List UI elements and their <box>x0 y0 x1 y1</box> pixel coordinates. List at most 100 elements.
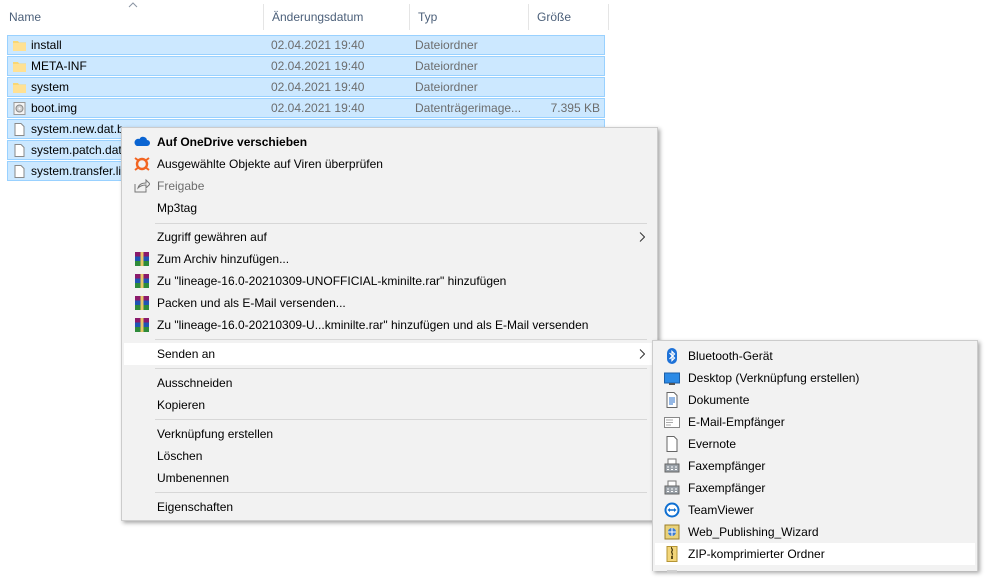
menu-separator <box>155 368 647 369</box>
menu-item-label: Zugriff gewähren auf <box>157 230 267 244</box>
menu-item-virus-scan[interactable]: Ausgewählte Objekte auf Viren überprüfen <box>124 153 655 175</box>
column-header-date-label: Änderungsdatum <box>272 10 364 24</box>
menu-item-properties[interactable]: Eigenschaften <box>124 496 655 518</box>
send-to-fax[interactable]: Faxempfänger <box>655 477 975 499</box>
partial-item-icon <box>667 570 677 573</box>
menu-item-copy[interactable]: Kopieren <box>124 394 655 416</box>
column-header-size[interactable]: Größe <box>528 0 608 32</box>
mail-icon <box>664 417 680 428</box>
column-header-type-label: Typ <box>418 10 438 24</box>
file-row[interactable]: META-INF 02.04.2021 19:40 Dateiordner <box>7 56 605 76</box>
menu-item-rename[interactable]: Umbenennen <box>124 467 655 489</box>
menu-item-label: Löschen <box>157 449 203 463</box>
column-header-name-label: Name <box>9 10 42 24</box>
menu-item-label: Zum Archiv hinzufügen... <box>157 252 290 266</box>
file-row[interactable]: boot.img 02.04.2021 19:40 Datenträgerima… <box>7 98 605 118</box>
menu-item-create-shortcut[interactable]: Verknüpfung erstellen <box>124 423 655 445</box>
chevron-right-icon <box>639 349 645 359</box>
column-divider[interactable] <box>608 4 609 30</box>
send-to-desktop[interactable]: Desktop (Verknüpfung erstellen) <box>655 367 975 389</box>
file-row[interactable]: install 02.04.2021 19:40 Dateiordner <box>7 35 605 55</box>
menu-item-label: Auf OneDrive verschieben <box>157 135 308 149</box>
send-to-teamviewer[interactable]: TeamViewer <box>655 499 975 521</box>
file-type: Dateiordner <box>415 38 478 52</box>
send-to-fax[interactable]: Faxempfänger <box>655 455 975 477</box>
menu-item-pack-email[interactable]: Packen und als E-Mail versenden... <box>124 292 655 314</box>
disk-image-icon <box>13 102 26 115</box>
zip-folder-icon <box>666 546 678 562</box>
menu-item-label: Ausschneiden <box>157 376 233 390</box>
evernote-icon <box>666 436 678 452</box>
fax-icon <box>664 458 680 473</box>
send-to-documents[interactable]: Dokumente <box>655 389 975 411</box>
folder-icon <box>13 41 26 51</box>
menu-item-cut[interactable]: Ausschneiden <box>124 372 655 394</box>
menu-item-label: TeamViewer <box>688 503 754 517</box>
menu-item-label: E-Mail-Empfänger <box>688 415 785 429</box>
bluetooth-icon <box>667 348 677 364</box>
menu-separator <box>155 223 647 224</box>
menu-item-add-archive[interactable]: Zum Archiv hinzufügen... <box>124 248 655 270</box>
menu-item-delete[interactable]: Löschen <box>124 445 655 467</box>
column-header-bar: Name Änderungsdatum Typ Größe <box>0 0 610 32</box>
winrar-icon <box>135 252 149 266</box>
menu-separator <box>155 339 647 340</box>
menu-item-grant-access[interactable]: Zugriff gewähren auf <box>124 226 655 248</box>
file-name: install <box>31 38 62 52</box>
file-date: 02.04.2021 19:40 <box>271 80 365 94</box>
menu-item-label: Freigabe <box>157 179 205 193</box>
menu-item-label: Kopieren <box>157 398 206 412</box>
menu-item-label: Desktop (Verknüpfung erstellen) <box>688 371 860 385</box>
column-header-size-label: Größe <box>537 10 572 24</box>
file-row[interactable]: system 02.04.2021 19:40 Dateiordner <box>7 77 605 97</box>
menu-item-label: Faxempfänger <box>688 459 766 473</box>
winrar-icon <box>135 318 149 332</box>
web-publishing-icon <box>664 524 680 540</box>
send-to-submenu: Bluetooth-Gerät Desktop (Verknüpfung ers… <box>652 340 978 573</box>
menu-item-onedrive[interactable]: Auf OneDrive verschieben <box>124 131 655 153</box>
menu-separator <box>155 419 647 420</box>
menu-item-label: Bluetooth-Gerät <box>688 349 773 363</box>
menu-item-label: Ausgewählte Objekte auf Viren überprüfen <box>157 157 383 171</box>
menu-item-share[interactable]: Freigabe <box>124 175 655 197</box>
menu-item-label: Umbenennen <box>157 471 230 485</box>
column-header-type[interactable]: Typ <box>409 0 528 32</box>
avast-icon <box>134 157 150 171</box>
menu-item-label: Packen und als E-Mail versenden... <box>157 296 346 310</box>
folder-icon <box>13 83 26 93</box>
folder-icon <box>13 62 26 72</box>
documents-icon <box>666 392 678 408</box>
send-to-web-publishing[interactable]: Web_Publishing_Wizard <box>655 521 975 543</box>
send-to-evernote[interactable]: Evernote <box>655 433 975 455</box>
file-type: Datenträgerimage... <box>415 101 522 115</box>
menu-item-label: Verknüpfung erstellen <box>157 427 274 441</box>
file-type: Dateiordner <box>415 80 478 94</box>
send-to-bluetooth[interactable]: Bluetooth-Gerät <box>655 345 975 367</box>
file-icon <box>14 123 25 136</box>
winrar-icon <box>135 296 149 310</box>
file-name: system <box>31 80 70 94</box>
share-icon <box>134 179 150 193</box>
chevron-right-icon <box>639 232 645 242</box>
send-to-mail[interactable]: E-Mail-Empfänger <box>655 411 975 433</box>
file-name: system.transfer.li <box>31 164 122 178</box>
file-icon <box>14 165 25 178</box>
menu-item-send-to[interactable]: Senden an <box>124 343 655 365</box>
menu-item-label: Eigenschaften <box>157 500 234 514</box>
onedrive-icon <box>134 136 150 146</box>
menu-separator <box>155 492 647 493</box>
file-icon <box>14 144 25 157</box>
menu-item-add-rar[interactable]: Zu "lineage-16.0-20210309-UNOFFICIAL-kmi… <box>124 270 655 292</box>
file-name: boot.img <box>31 101 78 115</box>
column-header-date[interactable]: Änderungsdatum <box>263 0 409 32</box>
menu-item-mp3tag[interactable]: Mp3tag <box>124 197 655 219</box>
send-to-more[interactable] <box>655 565 975 587</box>
menu-item-add-rar-email[interactable]: Zu "lineage-16.0-20210309-U...kminilte.r… <box>124 314 655 336</box>
menu-item-label: Mp3tag <box>157 201 198 215</box>
context-menu: Auf OneDrive verschieben Ausgewählte Obj… <box>121 127 658 521</box>
teamviewer-icon <box>664 502 680 518</box>
send-to-zip-folder[interactable]: ZIP-komprimierter Ordner <box>655 543 975 565</box>
file-size: 7.395 KB <box>550 101 600 115</box>
file-type: Dateiordner <box>415 59 478 73</box>
menu-item-label: Zu "lineage-16.0-20210309-U...kminilte.r… <box>157 318 589 332</box>
